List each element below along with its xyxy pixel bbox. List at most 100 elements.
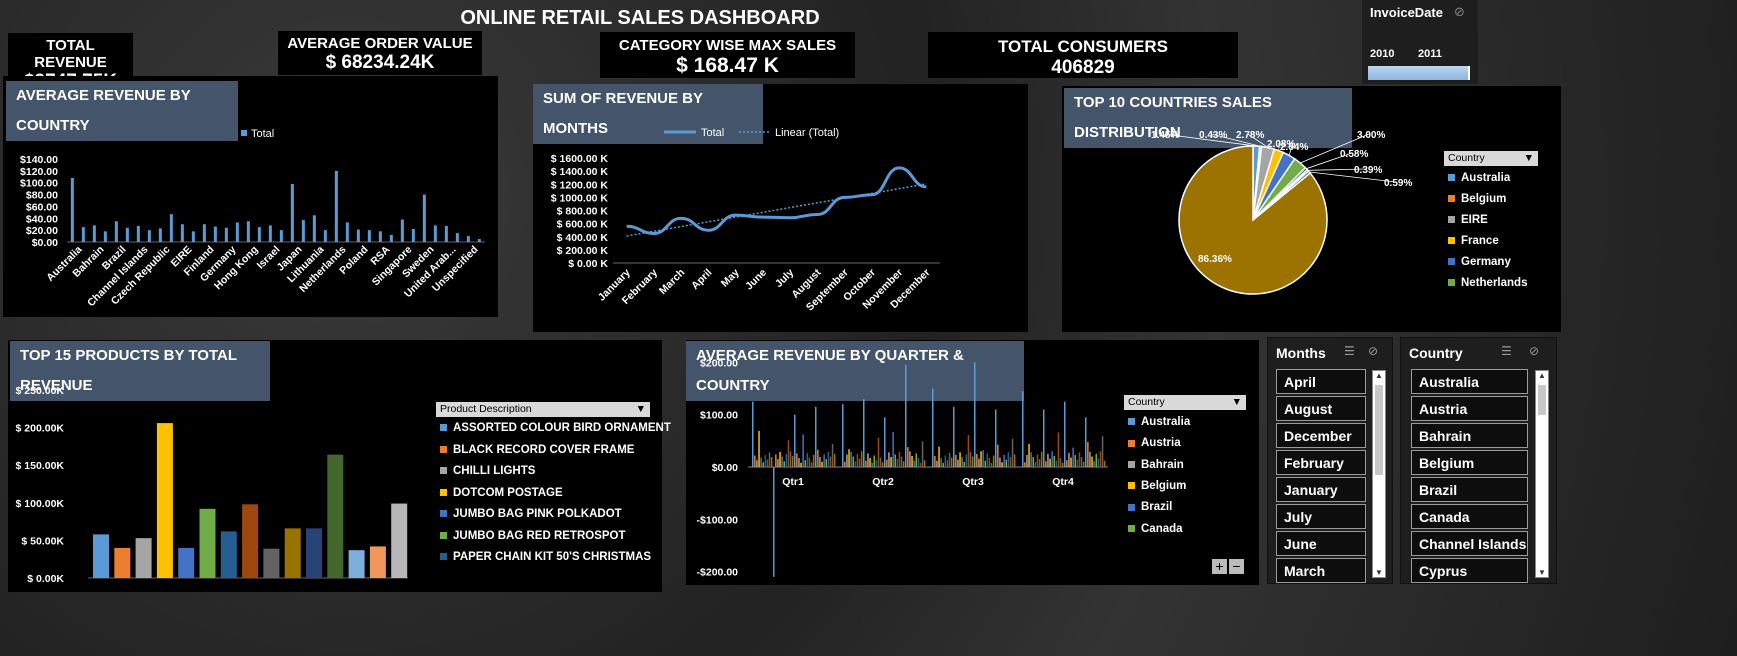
country-scrollbar[interactable]: ▲ ▼: [1535, 370, 1549, 578]
scroll-down-arrow[interactable]: ▼: [1536, 568, 1548, 577]
bar: [180, 224, 184, 242]
country-slicer-item[interactable]: Australia: [1411, 369, 1528, 394]
timeline-year-2010[interactable]: 2010: [1370, 48, 1394, 60]
country-slicer-item[interactable]: Canada: [1411, 504, 1528, 529]
months-slicer-item[interactable]: January: [1276, 477, 1366, 502]
legend-swatch: [1448, 279, 1455, 287]
bar: [896, 459, 899, 467]
bar: [136, 225, 140, 242]
bar: [944, 455, 947, 467]
bar: [268, 225, 272, 242]
multi-select-icon[interactable]: ☰: [1344, 344, 1355, 358]
legend-label: Linear (Total): [775, 127, 839, 139]
multi-select-icon[interactable]: ☰: [1501, 344, 1512, 358]
bar: [1064, 401, 1066, 467]
bar: [934, 456, 936, 467]
months-slicer-item[interactable]: March: [1276, 558, 1366, 583]
bar: [819, 457, 821, 467]
bar: [1040, 451, 1043, 467]
months-slicer-item[interactable]: July: [1276, 504, 1366, 529]
kpi-value: $ 168.47 K: [676, 54, 779, 77]
legend-label: Canada: [1141, 522, 1183, 535]
clear-filter-icon[interactable]: ⊘: [1454, 4, 1465, 20]
bar: [810, 462, 813, 467]
clear-filter-icon[interactable]: ⊘: [1529, 344, 1539, 358]
collapse-button[interactable]: −: [1229, 559, 1244, 574]
scroll-thumb[interactable]: [1538, 385, 1546, 415]
kpi-label: CATEGORY WISE MAX SALES: [618, 37, 837, 54]
bar: [817, 449, 819, 467]
timeline-year-2011[interactable]: 2011: [1418, 48, 1442, 60]
bar: [1072, 447, 1074, 467]
legend-label: JUMBO BAG RED RETROSPOT: [453, 529, 626, 542]
scroll-up-arrow[interactable]: ▲: [1536, 371, 1548, 380]
bar: [921, 441, 924, 467]
bar: [969, 451, 972, 467]
months-slicer-item[interactable]: February: [1276, 450, 1366, 475]
months-slicer-item[interactable]: August: [1276, 396, 1366, 421]
bar: [1059, 458, 1062, 467]
legend-item: ASSORTED COLOUR BIRD ORNAMENT: [440, 422, 671, 434]
country-slicer-item[interactable]: Austria: [1411, 396, 1528, 421]
panel-sum-revenue-by-months: SUM OF REVENUE BY MONTHS $ 0.00 K $ 200.0…: [533, 84, 1028, 332]
bar: [789, 451, 792, 467]
legend-label: Australia: [1141, 416, 1191, 428]
filter-icon[interactable]: ▼: [1232, 395, 1242, 410]
legend-label: Bahrain: [1141, 458, 1184, 471]
legend-filter-country[interactable]: Country ▼: [1124, 395, 1246, 410]
kpi-label: AVERAGE ORDER VALUE: [287, 35, 473, 52]
country-slicer-item[interactable]: Cyprus: [1411, 558, 1528, 583]
bar: [1055, 460, 1058, 467]
bar: [785, 453, 788, 467]
legend-label: Belgium: [1461, 193, 1507, 205]
legend-filter-product[interactable]: Product Description ▼: [436, 402, 650, 417]
scroll-up-arrow[interactable]: ▲: [1373, 371, 1385, 380]
timeline-bar[interactable]: [1368, 66, 1470, 80]
country-slicer-item[interactable]: Brazil: [1411, 477, 1528, 502]
scroll-thumb[interactable]: [1375, 385, 1383, 475]
filter-icon[interactable]: ▼: [1524, 151, 1534, 166]
bar: [224, 227, 228, 242]
expand-button[interactable]: +: [1212, 559, 1227, 574]
bar: [356, 229, 360, 242]
scroll-down-arrow[interactable]: ▼: [1373, 568, 1385, 577]
bar: [781, 456, 783, 467]
bar: [284, 528, 301, 578]
bar: [999, 457, 1001, 467]
bar: [798, 458, 800, 467]
legend-item: DOTCOM POSTAGE: [440, 487, 563, 499]
bar: [263, 548, 280, 578]
country-slicer-item[interactable]: Belgium: [1411, 450, 1528, 475]
bar: [334, 170, 338, 242]
bar: [871, 462, 873, 467]
country-slicer-item[interactable]: Channel Islands: [1411, 531, 1528, 556]
legend-swatch: [440, 424, 447, 432]
bar: [202, 224, 206, 242]
months-scrollbar[interactable]: ▲ ▼: [1372, 370, 1386, 578]
kpi-value: $ 68234.24K: [325, 52, 435, 73]
bar: [1026, 454, 1028, 467]
country-slicer-item[interactable]: Bahrain: [1411, 423, 1528, 448]
clear-filter-icon[interactable]: ⊘: [1368, 344, 1378, 358]
legend-label: Germany: [1461, 256, 1511, 268]
legend-swatch: [1128, 524, 1135, 532]
months-slicer-item[interactable]: June: [1276, 531, 1366, 556]
months-slicer-item[interactable]: December: [1276, 423, 1366, 448]
months-slicer-item[interactable]: April: [1276, 369, 1366, 394]
bar: [1032, 457, 1034, 467]
bar: [455, 233, 459, 242]
bar: [367, 230, 371, 242]
bar: [898, 451, 901, 467]
bar: [1022, 391, 1024, 467]
x-tick-label: April: [689, 267, 714, 292]
y-tick-label: $ 250.00K: [16, 385, 65, 397]
filter-icon[interactable]: ▼: [636, 402, 646, 417]
bar: [821, 461, 823, 467]
bar: [950, 457, 953, 467]
invoice-date-timeline[interactable]: InvoiceDate ⊘ 2010 2011: [1362, 0, 1478, 84]
bar: [844, 461, 846, 467]
bar: [940, 458, 942, 467]
legend-item: Austria: [1128, 437, 1181, 449]
bar: [348, 550, 365, 578]
legend-filter-country[interactable]: Country ▼: [1444, 151, 1538, 166]
